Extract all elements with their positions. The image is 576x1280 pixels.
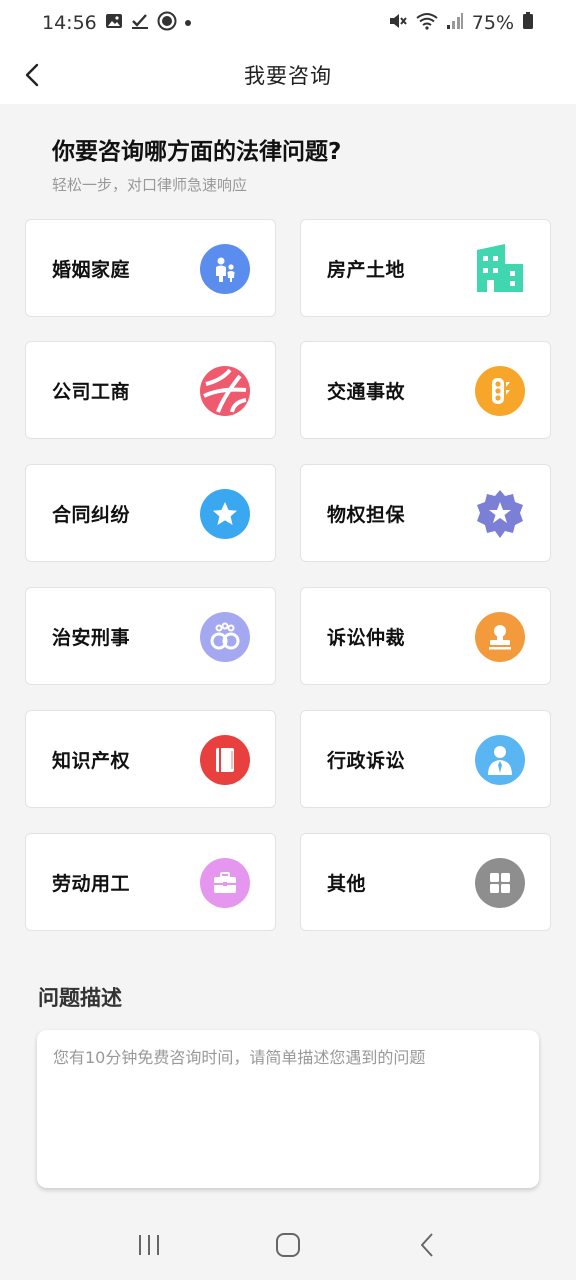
recent-apps-icon	[139, 1235, 160, 1255]
category-card-litigation-arbitration[interactable]: 诉讼仲裁	[300, 587, 551, 685]
category-label: 物权担保	[327, 503, 406, 526]
building-icon	[475, 244, 525, 294]
description-title: 问题描述	[38, 986, 122, 1010]
circle-status-icon	[157, 11, 177, 36]
family-icon	[200, 244, 250, 294]
question-subheading: 轻松一步，对口律师急速响应	[52, 176, 248, 194]
system-nav-bar	[0, 1210, 576, 1280]
category-card-administrative-litigation[interactable]: 行政诉讼	[300, 710, 551, 808]
briefcase-icon	[200, 858, 250, 908]
nav-back-icon	[420, 1233, 433, 1257]
category-card-traffic-accident[interactable]: 交通事故	[300, 341, 551, 439]
handcuffs-icon	[200, 612, 250, 662]
wifi-icon	[416, 12, 438, 35]
grid-icon	[475, 858, 525, 908]
category-label: 劳动用工	[52, 872, 131, 895]
category-card-intellectual-property[interactable]: 知识产权	[25, 710, 276, 808]
category-card-real-estate[interactable]: 房产土地	[300, 219, 551, 317]
description-input[interactable]	[53, 1044, 523, 1174]
category-card-contract-dispute[interactable]: 合同纠纷	[25, 464, 276, 562]
stamp-icon	[475, 612, 525, 662]
traffic-light-icon	[475, 366, 525, 416]
chevron-left-icon	[25, 63, 39, 87]
badge-star-icon	[475, 489, 525, 539]
category-card-property-guarantee[interactable]: 物权担保	[300, 464, 551, 562]
category-card-public-security-criminal[interactable]: 治安刑事	[25, 587, 276, 685]
battery-icon	[522, 11, 534, 35]
question-heading: 你要咨询哪方面的法律问题?	[52, 139, 342, 165]
category-label: 知识产权	[52, 749, 131, 772]
category-label: 交通事故	[327, 380, 406, 403]
category-label: 房产土地	[327, 258, 406, 281]
page-title: 我要咨询	[244, 64, 332, 88]
mute-icon	[388, 12, 408, 35]
check-icon	[131, 12, 149, 35]
gallery-icon	[105, 12, 123, 35]
battery-percent: 75%	[471, 12, 514, 34]
notification-dot-icon	[184, 20, 191, 26]
category-label: 治安刑事	[52, 626, 131, 649]
signal-icon	[446, 12, 464, 35]
category-label: 其他	[327, 872, 367, 895]
star-icon	[200, 489, 250, 539]
official-icon	[475, 735, 525, 785]
category-label: 婚姻家庭	[52, 258, 131, 281]
status-bar: 14:56 75%	[0, 0, 576, 46]
category-label: 行政诉讼	[327, 749, 406, 772]
category-card-other[interactable]: 其他	[300, 833, 551, 931]
category-card-marriage-family[interactable]: 婚姻家庭	[25, 219, 276, 317]
book-icon	[200, 735, 250, 785]
recent-apps-button[interactable]	[119, 1220, 179, 1270]
home-button[interactable]	[258, 1220, 318, 1270]
status-time: 14:56	[42, 12, 97, 34]
category-card-company-business[interactable]: 公司工商	[25, 341, 276, 439]
app-bar: 我要咨询	[0, 46, 576, 104]
description-box	[37, 1030, 539, 1188]
back-button[interactable]	[14, 57, 50, 93]
globe-icon	[200, 366, 250, 416]
category-card-labor-employment[interactable]: 劳动用工	[25, 833, 276, 931]
category-label: 合同纠纷	[52, 503, 131, 526]
category-label: 诉讼仲裁	[327, 626, 406, 649]
nav-back-button[interactable]	[397, 1220, 457, 1270]
category-label: 公司工商	[52, 380, 131, 403]
home-icon	[275, 1233, 300, 1257]
